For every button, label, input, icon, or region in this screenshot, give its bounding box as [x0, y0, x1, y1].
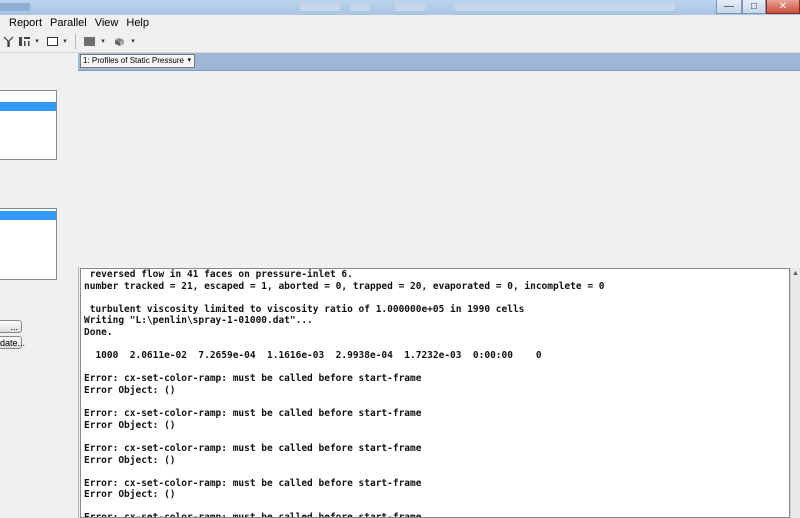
chevron-down-icon[interactable]: ▾ [99, 35, 107, 48]
title-blur [350, 3, 370, 11]
toolbar-separator [75, 34, 76, 49]
menu-help[interactable]: Help [122, 15, 153, 31]
left-panel: ... date... [0, 53, 79, 518]
selected-list-item[interactable] [0, 211, 56, 220]
chevron-down-icon[interactable]: ▾ [61, 35, 69, 48]
chevron-down-icon[interactable]: ▾ [129, 35, 137, 48]
selected-list-item[interactable] [0, 102, 56, 111]
scroll-up-arrow-icon[interactable]: ▲ [791, 268, 800, 280]
console-output: reversed flow in 41 faces on pressure-in… [84, 269, 605, 518]
chevron-down-icon[interactable]: ▾ [187, 55, 191, 67]
app-title-fragment [0, 3, 30, 11]
menu-parallel[interactable]: Parallel [46, 15, 91, 31]
text-console[interactable]: reversed flow in 41 faces on pressure-in… [80, 268, 790, 518]
panel-button-2[interactable]: date... [0, 336, 25, 349]
chevron-down-icon[interactable]: ▾ [33, 35, 41, 48]
camera-icon[interactable] [112, 35, 126, 48]
close-icon[interactable]: ✕ [766, 0, 800, 14]
maximize-icon[interactable]: □ [742, 0, 766, 14]
graphics-canvas[interactable] [78, 71, 800, 267]
title-blur [395, 3, 425, 11]
menu-bar: Report Parallel View Help [0, 15, 800, 31]
title-bar: — □ ✕ [0, 0, 800, 15]
window-icon[interactable] [45, 35, 59, 48]
title-blur [455, 3, 675, 11]
color-swatch-icon[interactable] [82, 35, 96, 48]
minimize-icon[interactable]: — [716, 0, 742, 14]
list-box-top[interactable] [0, 90, 57, 160]
probe-icon[interactable] [1, 35, 15, 48]
console-scrollbar[interactable]: ▲ [790, 268, 800, 518]
toolbar: ▾ ▾ ▾ ▾ [0, 31, 800, 53]
title-blur [300, 3, 340, 11]
list-box-bottom[interactable] [0, 208, 57, 280]
view-selector[interactable]: 1: Profiles of Static Pressure ▾ [80, 54, 195, 68]
panel-button-1[interactable]: ... [0, 320, 22, 333]
layout-icon[interactable] [17, 35, 31, 48]
menu-report[interactable]: Report [0, 15, 46, 31]
view-selector-value: 1: Profiles of Static Pressure [83, 56, 184, 65]
graphics-window-header: 1: Profiles of Static Pressure ▾ [78, 53, 800, 71]
menu-view[interactable]: View [91, 15, 123, 31]
